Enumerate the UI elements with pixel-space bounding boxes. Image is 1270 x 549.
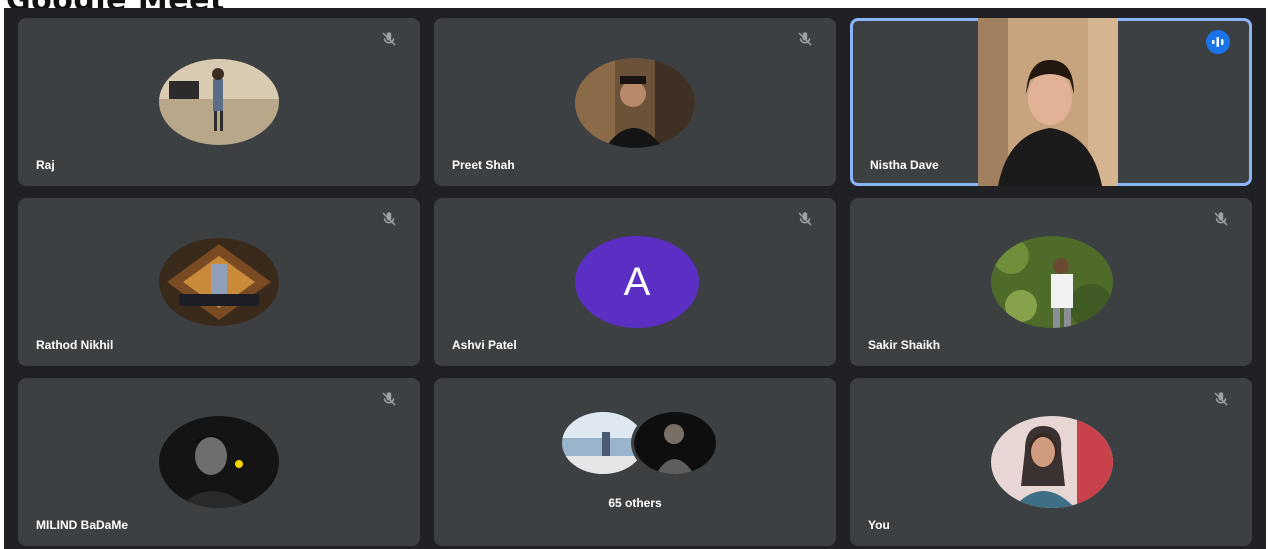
participant-tile-ashvi-patel[interactable]: A Ashvi Patel (434, 198, 836, 366)
audio-level-icon (1206, 30, 1230, 54)
avatar-initial: A (623, 259, 651, 304)
participant-video (978, 18, 1118, 186)
avatar (575, 58, 695, 148)
mic-off-icon (382, 212, 396, 226)
avatar (991, 236, 1113, 328)
participant-name: Nistha Dave (870, 158, 939, 172)
others-count-label: 65 others (608, 496, 662, 510)
mic-off-icon (382, 392, 396, 406)
avatar (159, 59, 279, 145)
meeting-grid: Raj Preet Shah Nistha Dave Rathod Nikhil… (4, 8, 1266, 549)
participant-name: Preet Shah (452, 158, 515, 172)
participant-tile-sakir-shaikh[interactable]: Sakir Shaikh (850, 198, 1252, 366)
mic-off-icon (382, 32, 396, 46)
mic-off-icon (798, 212, 812, 226)
mic-off-icon (798, 32, 812, 46)
avatar (562, 412, 644, 474)
participant-tile-raj[interactable]: Raj (18, 18, 420, 186)
participant-tile-nistha-dave[interactable]: Nistha Dave (850, 18, 1252, 186)
participant-tile-you[interactable]: You (850, 378, 1252, 546)
mic-off-icon (1214, 212, 1228, 226)
participant-name: Raj (36, 158, 55, 172)
participant-tile-rathod-nikhil[interactable]: Rathod Nikhil (18, 198, 420, 366)
others-tile[interactable]: 65 others (434, 378, 836, 546)
participant-name: Sakir Shaikh (868, 338, 941, 352)
avatar: A (575, 236, 699, 328)
avatar (159, 416, 279, 508)
participant-tile-preet-shah[interactable]: Preet Shah (434, 18, 836, 186)
mic-off-icon (1214, 392, 1228, 406)
participant-name: MILIND BaDaMe (36, 518, 129, 532)
participant-tile-milind-badame[interactable]: MILIND BaDaMe (18, 378, 420, 546)
avatar (991, 416, 1113, 508)
participant-name: Rathod Nikhil (36, 338, 114, 352)
avatar (634, 412, 716, 474)
avatar (159, 238, 279, 326)
participant-name: Ashvi Patel (452, 338, 517, 352)
participant-name: You (868, 518, 890, 532)
